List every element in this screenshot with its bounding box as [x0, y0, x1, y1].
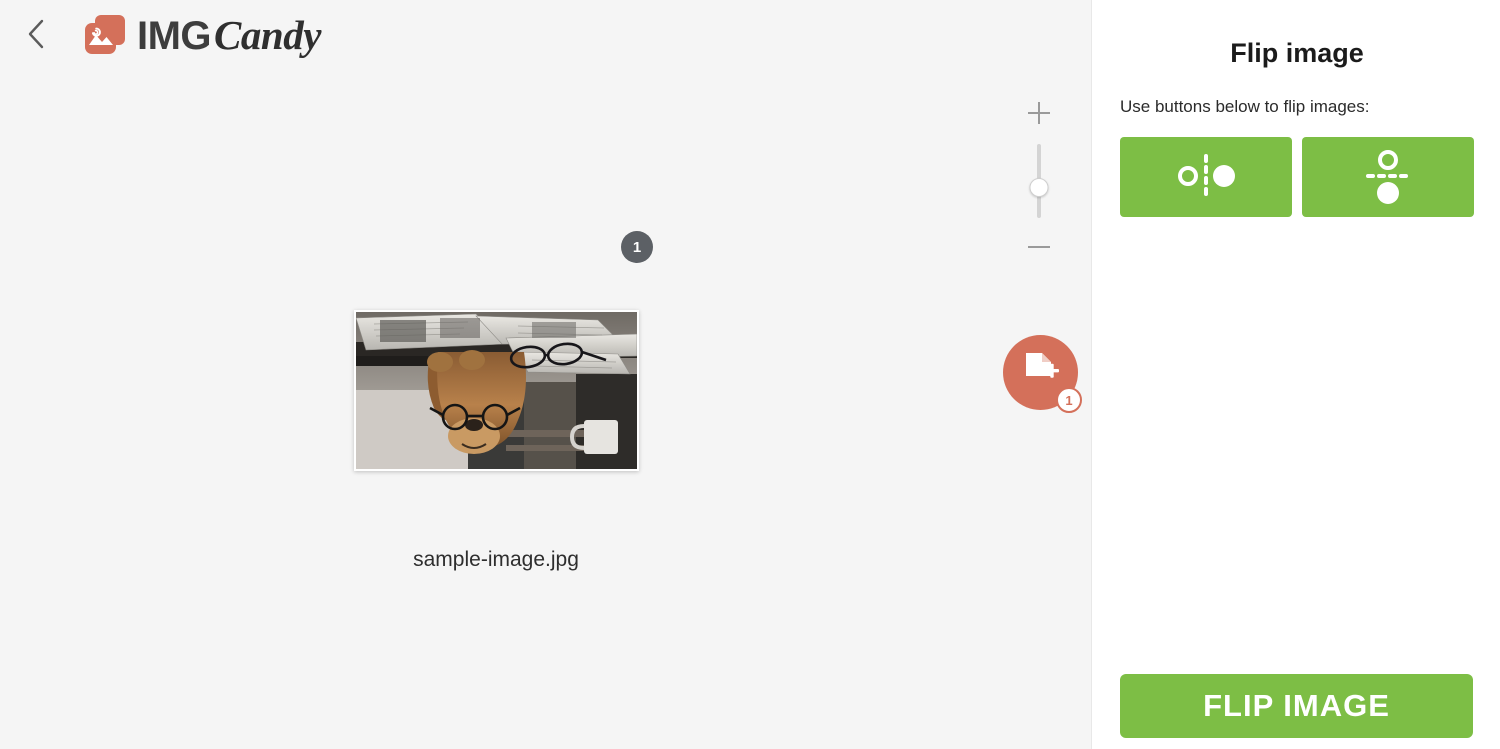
flip-vertical-icon	[1365, 147, 1411, 208]
tool-panel: Flip image Use buttons below to flip ima…	[1092, 0, 1500, 749]
flip-image-app: IMG Candy 1 sample-image.jpg 1 Flip imag…	[0, 0, 1500, 749]
flip-horizontal-button[interactable]	[1120, 137, 1292, 217]
image-thumbnail-content	[356, 312, 637, 469]
zoom-in-icon[interactable]	[1026, 100, 1052, 126]
sample-image-render	[356, 312, 637, 469]
imgcandy-photos-icon	[82, 12, 128, 58]
image-filename: sample-image.jpg	[413, 548, 579, 571]
image-index-badge: 1	[621, 231, 653, 263]
add-file-icon	[1023, 351, 1059, 394]
panel-instruction: Use buttons below to flip images:	[1120, 97, 1370, 116]
zoom-slider-handle[interactable]	[1029, 178, 1049, 197]
flip-buttons-row	[1120, 137, 1474, 217]
flip-horizontal-icon	[1176, 153, 1236, 201]
chevron-left-icon	[27, 19, 45, 49]
flip-image-submit-button[interactable]: FLIP IMAGE	[1120, 674, 1473, 738]
brand-wordmark: IMG Candy	[137, 11, 321, 59]
brand-primary-text: IMG	[137, 14, 212, 58]
add-files-button[interactable]: 1	[1003, 335, 1082, 413]
brand-logo[interactable]: IMG Candy	[82, 8, 321, 62]
zoom-slider-track[interactable]	[1029, 144, 1049, 218]
zoom-out-icon[interactable]	[1026, 234, 1052, 260]
flip-vertical-button[interactable]	[1302, 137, 1474, 217]
brand-secondary-text: Candy	[214, 12, 321, 58]
image-canvas: IMG Candy 1 sample-image.jpg 1	[0, 0, 1092, 749]
back-button[interactable]	[16, 12, 56, 56]
image-thumbnail[interactable]	[354, 310, 639, 471]
zoom-control	[1022, 100, 1056, 260]
add-files-badge: 1	[1056, 387, 1082, 413]
panel-title: Flip image	[1230, 38, 1364, 68]
